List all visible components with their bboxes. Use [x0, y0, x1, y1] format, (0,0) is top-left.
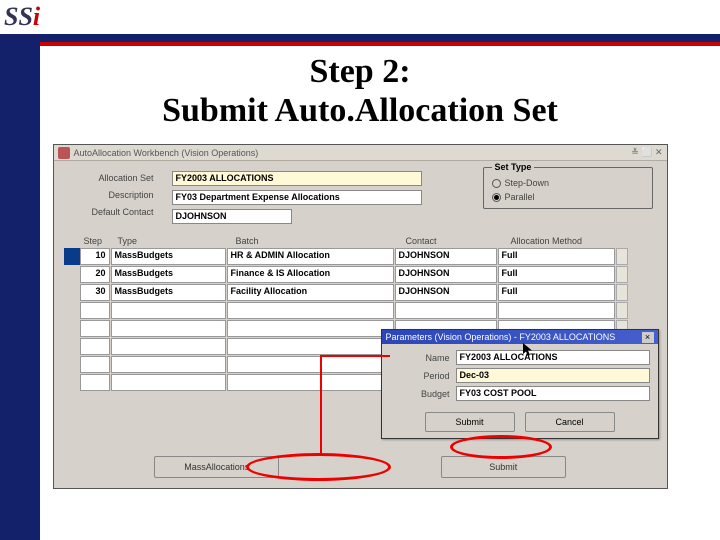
cell-am[interactable]: Full	[498, 266, 615, 283]
scrollbar[interactable]	[616, 284, 628, 301]
ssi-logo: SSi	[0, 2, 40, 32]
row-selector[interactable]	[64, 338, 80, 355]
scrollbar[interactable]	[616, 266, 628, 283]
left-blue-band	[0, 36, 40, 540]
modal-submit-button[interactable]: Submit	[425, 412, 515, 432]
allocation-set-field[interactable]: FY2003 ALLOCATIONS	[172, 171, 422, 186]
radio-icon	[492, 193, 501, 202]
period-field[interactable]: Dec-03	[456, 368, 650, 383]
row-selector[interactable]	[64, 248, 80, 265]
row-selector[interactable]	[64, 284, 80, 301]
label-description: Description	[64, 190, 154, 200]
cell-type[interactable]: MassBudgets	[111, 248, 226, 265]
row-selector[interactable]	[64, 374, 80, 391]
radio-step-down[interactable]: Step-Down	[492, 178, 644, 188]
row-selector[interactable]	[64, 266, 80, 283]
table-row[interactable]: 10MassBudgetsHR & ADMIN AllocationDJOHNS…	[64, 248, 657, 265]
red-line	[0, 42, 720, 46]
budget-field[interactable]: FY03 COST POOL	[456, 386, 650, 401]
massallocations-button[interactable]: MassAllocations	[154, 456, 279, 478]
row-selector[interactable]	[64, 356, 80, 373]
cell-step[interactable]	[80, 320, 110, 337]
row-selector[interactable]	[64, 302, 80, 319]
default-contact-field[interactable]: DJOHNSON	[172, 209, 292, 224]
parameters-modal: Parameters (Vision Operations) - FY2003 …	[381, 329, 659, 439]
cell-batch[interactable]	[227, 302, 394, 319]
slide-header: SSi	[0, 0, 720, 34]
cell-am[interactable]: Full	[498, 248, 615, 265]
cell-type[interactable]	[111, 374, 226, 391]
grid-header: Step Type Batch Contact Allocation Metho…	[64, 236, 657, 248]
set-type-group: Set Type Step-Down Parallel	[483, 167, 653, 209]
cell-batch[interactable]	[227, 356, 394, 373]
submit-button[interactable]: Submit	[441, 456, 566, 478]
blue-strip	[0, 34, 720, 42]
close-icon[interactable]: ×	[642, 332, 654, 343]
description-field[interactable]: FY03 Department Expense Allocations	[172, 190, 422, 205]
cell-am[interactable]	[498, 302, 615, 319]
window-titlebar: AutoAllocation Workbench (Vision Operati…	[54, 145, 667, 161]
name-field[interactable]: FY2003 ALLOCATIONS	[456, 350, 650, 365]
cell-step[interactable]: 10	[80, 248, 110, 265]
app-window: AutoAllocation Workbench (Vision Operati…	[53, 144, 668, 489]
cell-type[interactable]	[111, 338, 226, 355]
app-icon	[58, 147, 70, 159]
cell-step[interactable]	[80, 374, 110, 391]
table-row[interactable]	[64, 302, 657, 319]
modal-title-text: Parameters (Vision Operations) - FY2003 …	[386, 332, 616, 342]
label-default-contact: Default Contact	[64, 207, 154, 217]
cell-batch[interactable]: Finance & IS Allocation	[227, 266, 394, 283]
cell-step[interactable]	[80, 356, 110, 373]
label-allocation-set: Allocation Set	[64, 173, 154, 183]
modal-cancel-button[interactable]: Cancel	[525, 412, 615, 432]
cell-batch[interactable]: Facility Allocation	[227, 284, 394, 301]
slide: SSi Step 2: Submit Auto.Allocation Set A…	[0, 0, 720, 540]
cell-am[interactable]: Full	[498, 284, 615, 301]
scrollbar[interactable]	[616, 302, 628, 319]
cell-contact[interactable]: DJOHNSON	[395, 266, 497, 283]
scrollbar[interactable]	[616, 248, 628, 265]
modal-titlebar[interactable]: Parameters (Vision Operations) - FY2003 …	[382, 330, 658, 344]
cell-contact[interactable]: DJOHNSON	[395, 248, 497, 265]
window-controls[interactable]: ≚ ⬜ ✕	[631, 147, 662, 158]
cell-step[interactable]: 20	[80, 266, 110, 283]
radio-icon	[492, 179, 501, 188]
label-budget: Budget	[390, 389, 450, 399]
radio-parallel[interactable]: Parallel	[492, 192, 644, 202]
cell-batch[interactable]	[227, 338, 394, 355]
window-title-text: AutoAllocation Workbench (Vision Operati…	[74, 148, 259, 158]
label-period: Period	[390, 371, 450, 381]
button-row: MassAllocations Submit	[54, 456, 667, 478]
table-row[interactable]: 20MassBudgetsFinance & IS AllocationDJOH…	[64, 266, 657, 283]
cell-type[interactable]	[111, 302, 226, 319]
cell-type[interactable]	[111, 320, 226, 337]
cell-type[interactable]	[111, 356, 226, 373]
page-title: Step 2: Submit Auto.Allocation Set	[0, 52, 720, 130]
cell-step[interactable]	[80, 302, 110, 319]
cell-batch[interactable]	[227, 320, 394, 337]
cell-type[interactable]: MassBudgets	[111, 284, 226, 301]
set-type-legend: Set Type	[492, 162, 535, 172]
cell-contact[interactable]: DJOHNSON	[395, 284, 497, 301]
cell-type[interactable]: MassBudgets	[111, 266, 226, 283]
label-name: Name	[390, 353, 450, 363]
cell-batch[interactable]	[227, 374, 394, 391]
cell-contact[interactable]	[395, 302, 497, 319]
row-selector[interactable]	[64, 320, 80, 337]
cell-batch[interactable]: HR & ADMIN Allocation	[227, 248, 394, 265]
cell-step[interactable]: 30	[80, 284, 110, 301]
cell-step[interactable]	[80, 338, 110, 355]
table-row[interactable]: 30MassBudgetsFacility AllocationDJOHNSON…	[64, 284, 657, 301]
